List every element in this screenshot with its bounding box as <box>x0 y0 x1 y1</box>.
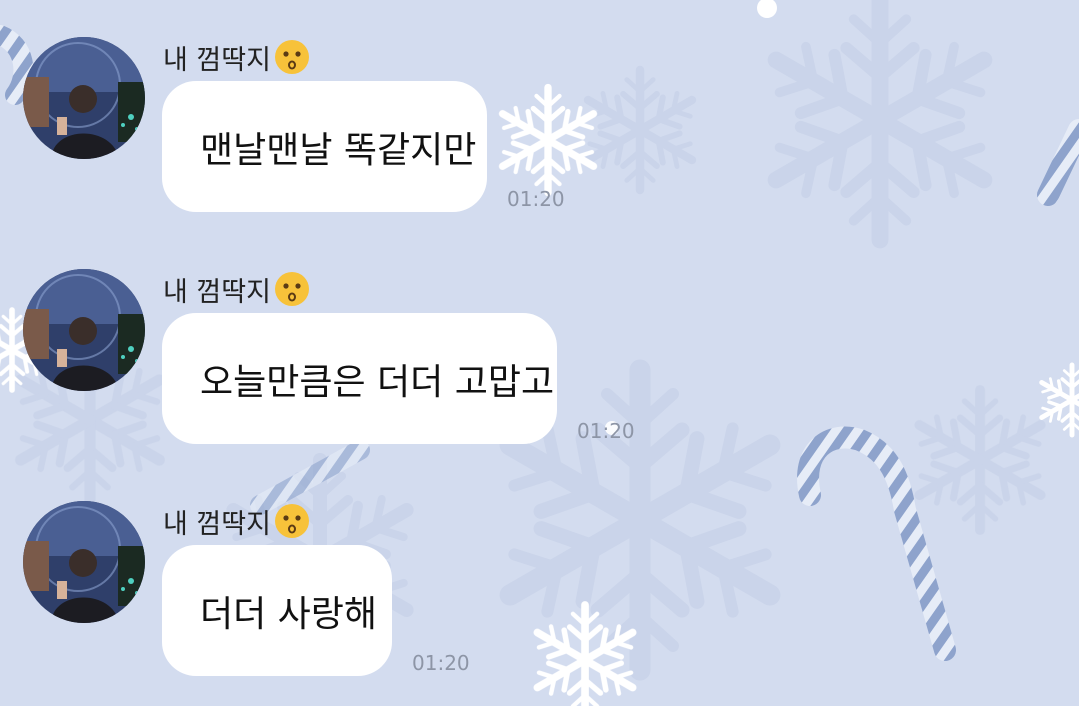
snowflake-icon <box>530 605 641 706</box>
sender-name-label: 내 껌딱지 <box>163 276 271 308</box>
message-bubble[interactable]: 맨날맨날 똑같지만 <box>162 81 487 212</box>
sender-name: 내 껌딱지 <box>163 501 310 541</box>
kissing-face-icon <box>274 40 309 74</box>
sender-name: 내 껌딱지 <box>163 269 310 309</box>
kissing-face-icon <box>274 504 309 538</box>
snowflake-icon <box>495 88 601 193</box>
candy-cane-icon <box>0 25 34 105</box>
message-text: 더더 사랑해 <box>200 593 378 635</box>
sender-name-label: 내 껌딱지 <box>163 508 271 540</box>
kissing-face-icon <box>274 272 309 306</box>
sender-name-label: 내 껌딱지 <box>163 44 271 76</box>
avatar[interactable] <box>23 269 145 391</box>
message-timestamp: 01:20 <box>577 419 635 443</box>
sender-name: 내 껌딱지 <box>163 37 310 77</box>
message-bubble[interactable]: 더더 사랑해 <box>162 545 392 676</box>
message-timestamp: 01:20 <box>507 187 565 211</box>
message-bubble[interactable]: 오늘만큼은 더더 고맙고 <box>162 313 557 444</box>
candy-cane-icon <box>797 426 956 661</box>
message-text: 오늘만큼은 더더 고맙고 <box>200 361 555 403</box>
message-text: 맨날맨날 똑같지만 <box>200 129 477 171</box>
avatar[interactable] <box>23 501 145 623</box>
avatar[interactable] <box>23 37 145 159</box>
message-timestamp: 01:20 <box>412 651 470 675</box>
candy-cane-icon <box>1037 119 1079 206</box>
